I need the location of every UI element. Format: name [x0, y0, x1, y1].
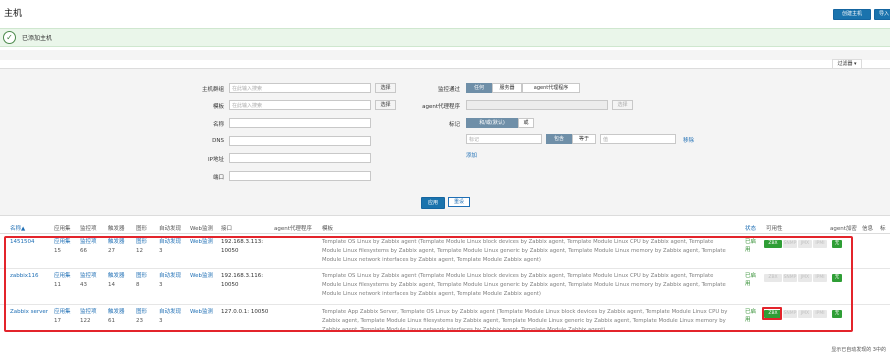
- hostgroup-select-button[interactable]: 选择: [375, 83, 396, 93]
- apply-button[interactable]: 应用: [421, 197, 445, 209]
- col-proxy: agent代理程序: [274, 226, 312, 232]
- col-web: Web监测: [190, 226, 213, 232]
- tag-op-equals[interactable]: 等于: [572, 134, 596, 144]
- footer-summary: 显示已自动发现的 3中的: [831, 347, 886, 353]
- dns-input[interactable]: [229, 136, 371, 146]
- page-title: 主机: [4, 9, 23, 19]
- filter-icon: ▾: [852, 61, 857, 67]
- col-encryption: agent加密: [830, 226, 857, 232]
- col-name[interactable]: 名称▲: [10, 224, 25, 232]
- ip-input[interactable]: [229, 153, 371, 163]
- template-select-button[interactable]: 选择: [375, 100, 396, 110]
- create-host-button[interactable]: 创建主机: [833, 9, 871, 20]
- filter-tab-label: 过滤器: [837, 61, 853, 67]
- proxy-label: agent代理程序: [422, 104, 460, 110]
- monitored-by-label: 监控通过: [437, 87, 460, 93]
- col-availability: 可用性: [766, 226, 783, 232]
- hostgroup-label: 主机群组: [201, 87, 224, 93]
- col-interface: 接口: [221, 226, 233, 232]
- monitored-by-any[interactable]: 任何: [466, 83, 492, 93]
- success-message-text: 已添加主机: [22, 35, 53, 42]
- monitored-by-proxy[interactable]: agent代理程序: [522, 83, 580, 93]
- name-input[interactable]: [229, 118, 371, 128]
- proxy-input[interactable]: [466, 100, 608, 110]
- col-tags: 标: [880, 226, 886, 232]
- col-discovery: 自动发现: [159, 226, 182, 232]
- template-input[interactable]: 在此输入搜索: [229, 100, 371, 110]
- tag-remove-link[interactable]: 移除: [683, 136, 694, 144]
- dns-label: DNS: [212, 138, 224, 144]
- tags-andor[interactable]: 和/或(默认): [466, 118, 518, 128]
- col-triggers: 触发器: [108, 226, 125, 232]
- col-status[interactable]: 状态: [745, 224, 756, 232]
- col-info: 信息: [862, 226, 874, 232]
- template-label: 模板: [212, 104, 224, 110]
- filter-tab-strip: [0, 50, 890, 60]
- name-label: 名称: [212, 122, 224, 128]
- port-label: 端口: [212, 175, 224, 181]
- hostgroup-input[interactable]: 在此输入搜索: [229, 83, 371, 93]
- port-input[interactable]: [229, 171, 371, 181]
- col-applications: 应用集: [54, 226, 71, 232]
- proxy-select-button[interactable]: 选择: [612, 100, 633, 110]
- reset-button[interactable]: 重设: [448, 197, 470, 207]
- tag-value-input[interactable]: 值: [600, 134, 676, 144]
- tags-or[interactable]: 或: [518, 118, 534, 128]
- tag-add-link[interactable]: 添加: [466, 151, 477, 159]
- top-bar: 主机 创建主机 导入: [0, 0, 890, 26]
- table-header: 名称▲ 应用集 监控项 触发器 图形 自动发现 Web监测 接口 agent代理…: [0, 222, 890, 234]
- tag-op-contains[interactable]: 包含: [546, 134, 572, 144]
- col-templates: 模板: [322, 226, 334, 232]
- check-icon: ✓: [3, 31, 16, 44]
- annotation-highlight-zbx: [762, 307, 782, 320]
- col-graphs: 图形: [136, 226, 148, 232]
- filter-panel: 主机群组 在此输入搜索 选择 模板 在此输入搜索 选择 名称 DNS IP地址 …: [0, 68, 890, 216]
- col-items: 监控项: [80, 226, 97, 232]
- monitored-by-server[interactable]: 服务器: [492, 83, 522, 93]
- ip-label: IP地址: [208, 157, 224, 163]
- tags-label: 标记: [448, 122, 460, 128]
- annotation-highlight-rows: [4, 236, 853, 332]
- import-button[interactable]: 导入: [874, 9, 890, 20]
- success-message: ✓ 已添加主机: [0, 28, 890, 47]
- tag-name-input[interactable]: 标记: [466, 134, 542, 144]
